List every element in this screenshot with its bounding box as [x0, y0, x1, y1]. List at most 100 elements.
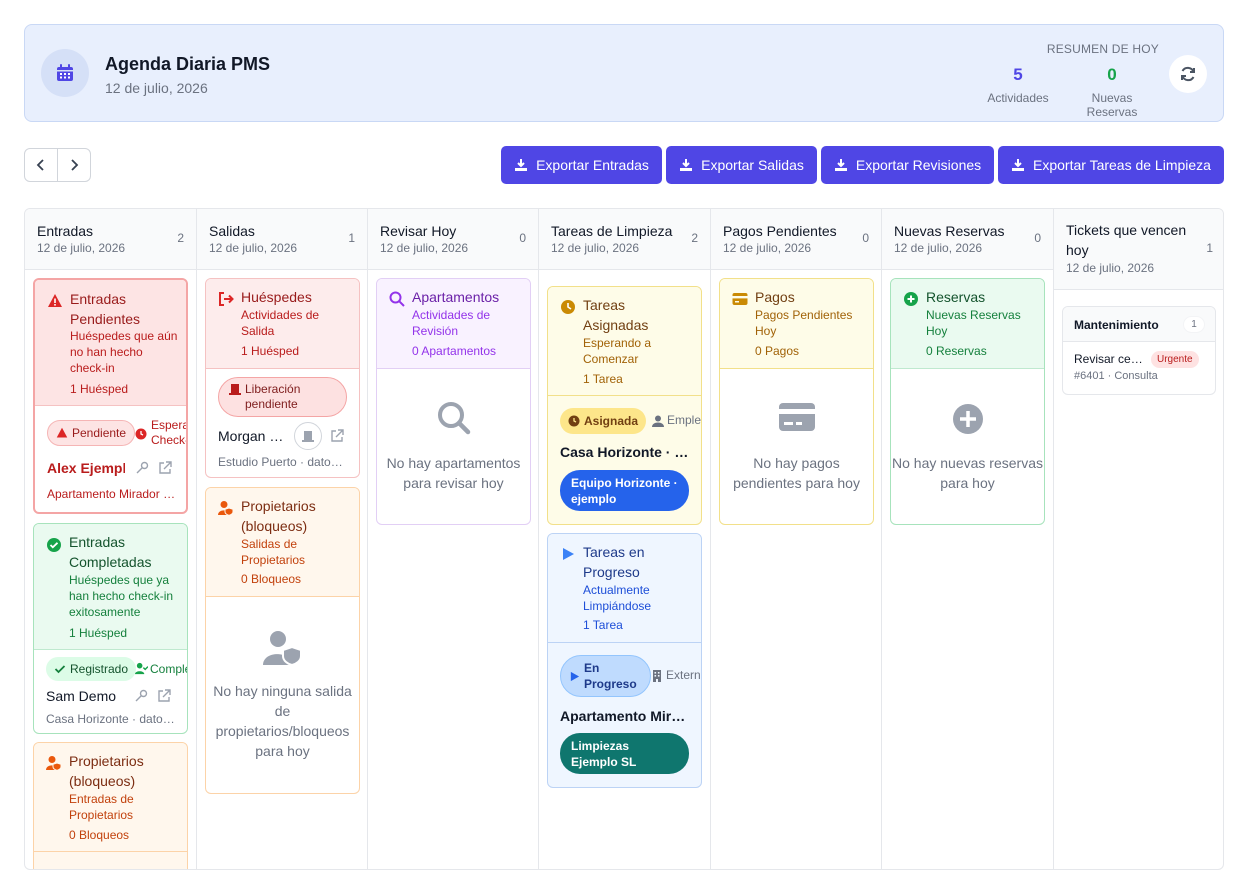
guest-name[interactable]: Alex Ejemplo: [47, 460, 125, 476]
column-date: 12 de julio, 2026: [894, 241, 983, 255]
card-subtitle: Nuevas Reservas Hoy: [926, 308, 1021, 338]
badge-label: En Progreso: [584, 661, 637, 691]
page-date: 12 de julio, 2026: [105, 80, 208, 96]
column-header: Revisar Hoy 12 de julio, 2026 0: [368, 209, 538, 270]
column-title: Tareas de Limpieza: [551, 223, 673, 239]
ticket-group-card: Mantenimiento 1 Revisar cerradura Urgent…: [1062, 306, 1216, 395]
sign-out-icon: [219, 292, 234, 306]
export-salidas-button[interactable]: Exportar Salidas: [666, 146, 817, 184]
status-badge: Registrado: [46, 657, 137, 681]
column-header: Salidas 12 de julio, 2026 1: [197, 209, 367, 270]
card-header: Entradas Completadas Huéspedes que ya ha…: [34, 524, 187, 650]
reservas-card: Reservas Nuevas Reservas Hoy 0 Reservas …: [890, 278, 1045, 525]
user-shield-icon: [218, 501, 234, 516]
card-header: Tareas en Progreso Actualmente Limpiándo…: [548, 534, 701, 643]
check-icon: [54, 665, 66, 674]
key-icon[interactable]: [135, 461, 149, 475]
export-label: Exportar Revisiones: [855, 157, 982, 173]
column-count: 2: [177, 231, 184, 245]
column-count: 0: [862, 231, 869, 245]
guest-name[interactable]: Sam Demo: [46, 688, 126, 704]
door-icon: [229, 384, 241, 395]
card-header: Pagos Pagos Pendientes Hoy 0 Pagos: [720, 279, 873, 369]
ticket-title[interactable]: Revisar cerradura: [1074, 352, 1146, 366]
user-shield-icon: [263, 631, 302, 666]
column-title: Revisar Hoy: [380, 223, 457, 239]
card-count: 1 Huésped: [70, 382, 129, 396]
badge-label: Registrado: [70, 662, 129, 676]
credit-card-icon: [732, 293, 748, 305]
column-count: 1: [1206, 241, 1213, 255]
next-day-button[interactable]: [57, 149, 90, 181]
calendar-icon: [41, 49, 89, 97]
badge-label: Pendiente: [72, 426, 127, 440]
salidas-guests-card: Huéspedes Actividades de Salida 1 Huéspe…: [205, 278, 360, 478]
apartment-name[interactable]: Casa Horizonte · Ejemplo: [560, 444, 690, 460]
card-title: Tareas en Progreso: [583, 544, 645, 580]
download-icon: [1012, 159, 1025, 171]
guest-name[interactable]: Morgan Ejemplo: [218, 428, 284, 444]
external-link-icon[interactable]: [157, 689, 171, 703]
export-limpieza-button[interactable]: Exportar Tareas de Limpieza: [998, 146, 1224, 184]
status-badge: Liberación pendiente: [218, 377, 347, 417]
previous-day-button[interactable]: [25, 149, 57, 181]
door-icon: [302, 431, 314, 442]
export-label: Exportar Tareas de Limpieza: [1033, 157, 1211, 173]
external-link-icon[interactable]: [330, 429, 344, 443]
card-count: 1 Huésped: [69, 626, 128, 640]
agenda-header: Agenda Diaria PMS 12 de julio, 2026 RESU…: [24, 24, 1224, 122]
column-header: Entradas 12 de julio, 2026 2: [25, 209, 196, 270]
column-reservas: Nuevas Reservas 12 de julio, 2026 0 Rese…: [882, 209, 1054, 869]
export-label: Exportar Salidas: [701, 157, 804, 173]
empty-message: No hay ninguna salida de propietarios/bl…: [213, 683, 352, 759]
card-subtitle: Pagos Pendientes Hoy: [755, 308, 853, 338]
summary-label: RESUMEN DE HOY: [1046, 42, 1159, 56]
card-header: Apartamentos Actividades de Revisión 0 A…: [377, 279, 530, 369]
column-count: 1: [348, 231, 355, 245]
download-icon: [515, 159, 528, 171]
column-header: Tickets que vencen hoy 12 de julio, 2026…: [1054, 209, 1223, 290]
limpieza-progress-card: Tareas en Progreso Actualmente Limpiándo…: [547, 533, 702, 788]
staff-label: Empleado: [667, 413, 702, 427]
refresh-button[interactable]: [1169, 55, 1207, 93]
plus-circle-icon: [904, 292, 918, 306]
card-count: 1 Tarea: [583, 618, 623, 632]
chevron-right-icon: [71, 159, 79, 171]
apartment-name: Estudio Puerto · datos de ejemplo: [218, 455, 348, 469]
export-entradas-button[interactable]: Exportar Entradas: [501, 146, 662, 184]
column-count: 0: [519, 231, 526, 245]
export-revisiones-button[interactable]: Exportar Revisiones: [821, 146, 994, 184]
card-title: Pagos: [755, 289, 795, 305]
column-title: Tickets que vencen hoy: [1066, 222, 1187, 258]
column-title: Nuevas Reservas: [894, 223, 1005, 239]
column-limpieza: Tareas de Limpieza 12 de julio, 2026 2 T…: [539, 209, 711, 869]
status-badge: Asignada: [560, 408, 647, 434]
empty-message: No hay pagos pendientes para hoy: [733, 455, 860, 491]
stat-value: 5: [1013, 65, 1023, 84]
card-title: Propietarios (bloqueos): [241, 498, 316, 534]
ticket-count-badge: 1: [1183, 316, 1205, 333]
key-icon[interactable]: [134, 689, 148, 703]
team-badge: Equipo Horizonte · ejemplo: [560, 470, 689, 511]
card-count: 1 Huésped: [241, 344, 300, 358]
export-label: Exportar Entradas: [536, 157, 649, 173]
ticket-meta: #6401 · Consulta: [1074, 370, 1158, 382]
completed-label: Completado: [150, 662, 187, 676]
column-header: Nuevas Reservas 12 de julio, 2026 0: [882, 209, 1053, 270]
warning-icon: [48, 294, 62, 307]
external-link-icon[interactable]: [158, 461, 172, 475]
column-tickets: Tickets que vencen hoy 12 de julio, 2026…: [1054, 209, 1223, 869]
badge-label: Asignada: [584, 414, 639, 428]
entradas-done-card: Entradas Completadas Huéspedes que ya ha…: [33, 523, 188, 734]
search-icon: [389, 291, 405, 307]
stat-new-bookings: 0 Nuevas Reservas: [1065, 65, 1159, 119]
revisar-card: Apartamentos Actividades de Revisión 0 A…: [376, 278, 531, 525]
agenda-board: Entradas 12 de julio, 2026 2 Entradas Pe…: [24, 208, 1224, 870]
priority-badge: Urgente: [1151, 351, 1199, 368]
column-count: 0: [1034, 231, 1041, 245]
card-count: 0 Apartamentos: [412, 344, 497, 358]
release-button[interactable]: [294, 422, 322, 450]
apartment-name[interactable]: Apartamento Mirador Ejemplo: [560, 708, 690, 724]
column-date: 12 de julio, 2026: [1066, 261, 1155, 275]
column-date: 12 de julio, 2026: [209, 241, 298, 255]
